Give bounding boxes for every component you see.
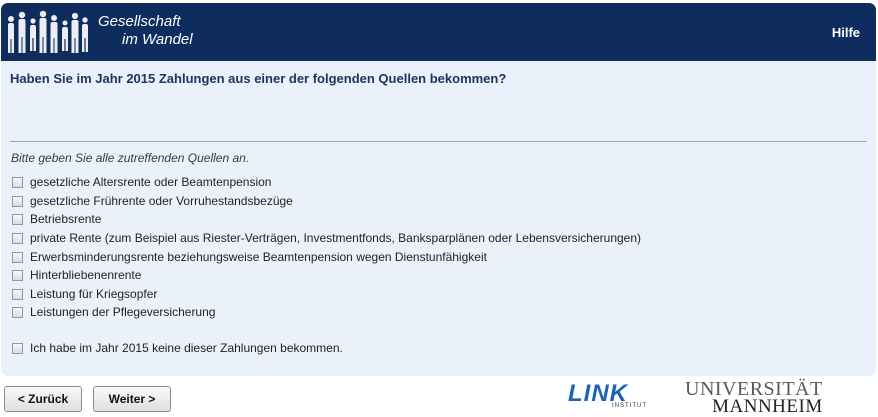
checkbox[interactable] (12, 195, 23, 207)
checkbox[interactable] (12, 213, 23, 225)
back-button[interactable]: < Zurück (4, 386, 82, 412)
instruction-text: Bitte geben Sie alle zutreffenden Quelle… (11, 151, 250, 165)
checkbox[interactable] (12, 342, 23, 354)
checkbox[interactable] (12, 251, 23, 263)
question-text: Haben Sie im Jahr 2015 Zahlungen aus ein… (10, 71, 507, 86)
link-logo-subtitle: INSTITUT (612, 403, 647, 409)
option-label: Leistungen der Pflegeversicherung (30, 305, 216, 319)
survey-panel: Gesellschaft im Wandel Hilfe Haben Sie i… (1, 3, 876, 376)
option-hinterbliebenenrente[interactable]: Hinterbliebenenrente (12, 267, 141, 283)
help-link[interactable]: Hilfe (832, 25, 860, 40)
option-label: Betriebsrente (30, 212, 102, 226)
option-erwerbsminderungsrente[interactable]: Erwerbsminderungsrente beziehungsweise B… (12, 249, 487, 265)
checkbox[interactable] (12, 232, 23, 244)
checkbox[interactable] (12, 288, 23, 300)
option-label: gesetzliche Altersrente oder Beamtenpens… (30, 175, 272, 189)
logo-line-1: Gesellschaft (98, 13, 181, 30)
option-fruehrente[interactable]: gesetzliche Frührente oder Vorruhestands… (12, 193, 293, 209)
option-label: gesetzliche Frührente oder Vorruhestands… (30, 194, 293, 208)
checkbox[interactable] (12, 269, 23, 281)
checkbox[interactable] (12, 176, 23, 188)
option-altersrente[interactable]: gesetzliche Altersrente oder Beamtenpens… (12, 174, 271, 190)
option-kriegsopfer[interactable]: Leistung für Kriegsopfer (12, 286, 157, 302)
option-private-rente[interactable]: private Rente (zum Beispiel aus Riester-… (12, 230, 641, 246)
people-silhouettes-logo (8, 10, 88, 53)
logo-text: Gesellschaft im Wandel (98, 13, 193, 49)
option-pflegeversicherung[interactable]: Leistungen der Pflegeversicherung (12, 304, 215, 320)
next-button[interactable]: Weiter > (93, 386, 171, 412)
university-mannheim-logo: UNIVERSITÄT MANNHEIM (685, 379, 823, 417)
option-label: private Rente (zum Beispiel aus Riester-… (30, 231, 642, 245)
option-label: Hinterbliebenenrente (30, 268, 142, 282)
link-institut-logo: LINK INSTITUT (568, 380, 650, 412)
option-label: Leistung für Kriegsopfer (30, 287, 158, 301)
header-bar: Gesellschaft im Wandel Hilfe (1, 3, 876, 61)
university-line-2: MANNHEIM (712, 396, 823, 417)
option-none[interactable]: Ich habe im Jahr 2015 keine dieser Zahlu… (12, 340, 343, 356)
option-betriebsrente[interactable]: Betriebsrente (12, 211, 101, 227)
logo-line-2: im Wandel (122, 31, 193, 48)
option-label: Ich habe im Jahr 2015 keine dieser Zahlu… (30, 341, 343, 355)
checkbox[interactable] (12, 306, 23, 318)
option-label: Erwerbsminderungsrente beziehungsweise B… (30, 250, 487, 264)
divider (10, 141, 867, 142)
